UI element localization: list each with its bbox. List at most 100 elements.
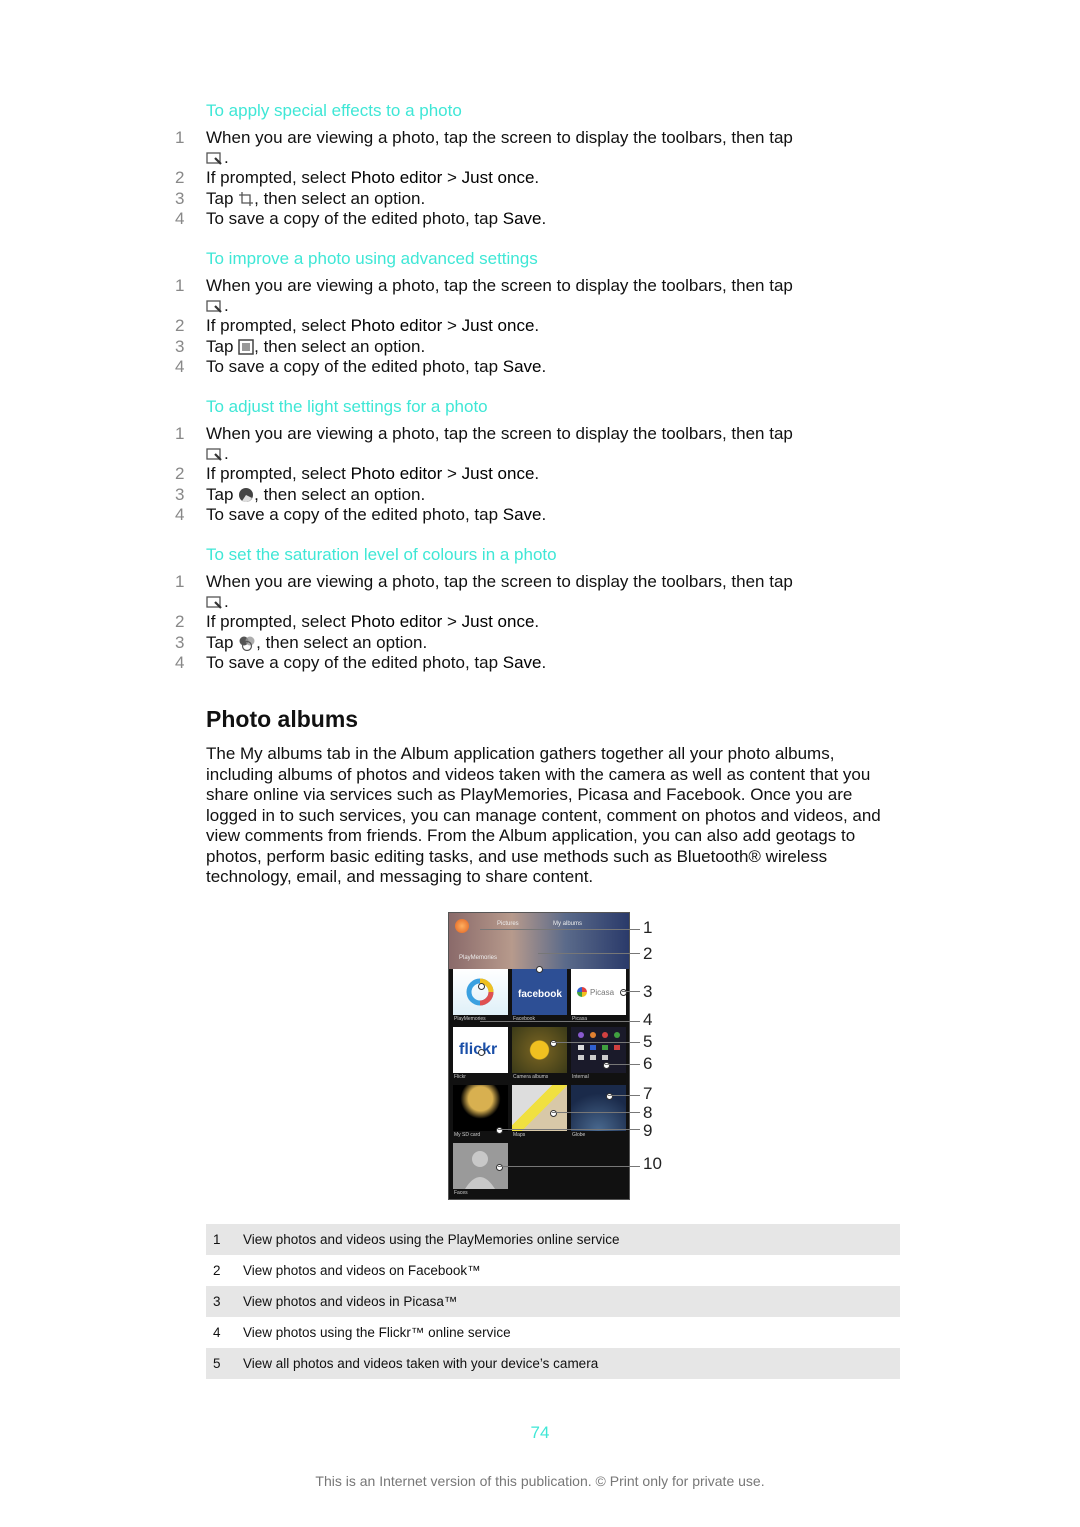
step-text: .: [541, 505, 547, 524]
section-title: To improve a photo using advanced settin…: [206, 249, 538, 268]
instruction-step: 1 When you are viewing a photo, tap the s…: [175, 276, 793, 296]
step-text: .: [534, 464, 540, 483]
ui-term: Photo editor: [350, 316, 443, 335]
step-text: Tap: [206, 189, 239, 208]
instruction-step: 2 If prompted, select Photo editor > Just…: [175, 612, 539, 632]
legend-row: 5 View all photos and videos taken with y…: [206, 1348, 900, 1379]
page-number: 74: [530, 1423, 550, 1442]
legend-text: View all photos and videos taken with yo…: [243, 1356, 599, 1371]
callout-line-6: [605, 1064, 640, 1065]
tile-label: Globe: [572, 1132, 586, 1138]
ui-term: Just once: [461, 464, 535, 483]
ui-term: Just once: [461, 612, 535, 631]
callout-9: 9: [643, 1121, 653, 1140]
step-text: , then select an option.: [256, 633, 428, 652]
step-number: 1: [175, 276, 185, 295]
callout-line-7: [608, 1095, 640, 1096]
step-number: 3: [175, 189, 185, 208]
avatar: [455, 919, 469, 933]
step-text: To save a copy of the edited photo, tap: [206, 357, 503, 376]
callout-line-1: [480, 929, 640, 930]
legend-num: 2: [213, 1263, 221, 1278]
callout-line-2: [538, 953, 640, 954]
legend-num: 1: [213, 1232, 221, 1247]
step-text: When you are viewing a photo, tap the sc…: [206, 276, 793, 295]
step-text: To save a copy of the edited photo, tap: [206, 209, 503, 228]
step-number: 4: [175, 505, 185, 524]
callout-dot: [478, 1049, 485, 1056]
callout-line-5: [552, 1042, 640, 1043]
ui-term: Just once: [461, 316, 535, 335]
step-text: When you are viewing a photo, tap the sc…: [206, 424, 793, 443]
step-text: , then select an option.: [254, 337, 426, 356]
step-text: >: [442, 168, 462, 187]
callout-dot: [536, 966, 543, 973]
legend-row: 4 View photos using the Flickr™ online se…: [206, 1317, 900, 1348]
tile-globe: [571, 1085, 626, 1131]
tile-picasa: Picasa: [571, 969, 626, 1015]
callout-line-9: [498, 1129, 640, 1130]
callout-6: 6: [643, 1054, 653, 1073]
callout-1: 1: [643, 918, 653, 937]
tile-label: Internal: [572, 1074, 589, 1080]
callout-2: 2: [643, 944, 653, 963]
step-number: 1: [175, 424, 185, 443]
ui-term: Save: [502, 505, 542, 524]
step-text: , then select an option.: [254, 485, 426, 504]
tile-facebook: facebook: [512, 969, 567, 1015]
step-text: To save a copy of the edited photo, tap: [206, 653, 503, 672]
callout-5: 5: [643, 1032, 653, 1051]
playmemories-logo-icon: [466, 978, 494, 1006]
legend-text: View photos and videos on Facebook™: [243, 1263, 481, 1278]
instruction-step: 1 When you are viewing a photo, tap the s…: [175, 424, 793, 444]
callout-3: 3: [643, 982, 653, 1001]
callout-line-3: [622, 991, 640, 992]
section-title: To adjust the light settings for a photo: [206, 397, 488, 416]
step-text: .: [534, 316, 540, 335]
step-text: .: [224, 592, 229, 611]
instruction-step: 1 When you are viewing a photo, tap the s…: [175, 128, 793, 148]
ui-term: Photo editor: [350, 612, 443, 631]
step-text: If prompted, select: [206, 612, 351, 631]
ui-term: Save: [502, 209, 542, 228]
step-text: .: [534, 612, 540, 631]
step-text: , then select an option.: [254, 189, 426, 208]
callout-4: 4: [643, 1010, 653, 1029]
instruction-step: 2 If prompted, select Photo editor > Just…: [175, 168, 539, 188]
step-text: If prompted, select: [206, 464, 351, 483]
step-text: .: [541, 653, 547, 672]
step-number: 3: [175, 633, 185, 652]
tile-internal: [571, 1027, 626, 1073]
step-number: 2: [175, 168, 185, 187]
step-number: 4: [175, 209, 185, 228]
album-app-screenshot: Pictures My albums PlayMemories facebook…: [448, 912, 630, 1200]
ui-term: Photo editor: [350, 168, 443, 187]
callout-8: 8: [643, 1103, 653, 1122]
legend-text: View photos and videos using the PlayMem…: [243, 1232, 620, 1247]
tile-label: Flickr: [454, 1074, 466, 1080]
step-text: When you are viewing a photo, tap the sc…: [206, 128, 793, 147]
playmemories-section-label: PlayMemories: [459, 955, 498, 961]
callout-10: 10: [643, 1154, 662, 1173]
tab-pictures: Pictures: [497, 921, 519, 927]
legend-row: 3 View photos and videos in Picasa™: [206, 1286, 900, 1317]
step-text: To save a copy of the edited photo, tap: [206, 505, 503, 524]
callout-line-10: [498, 1166, 640, 1167]
instruction-step: 2 If prompted, select Photo editor > Just…: [175, 316, 539, 336]
step-text: If prompted, select: [206, 168, 351, 187]
step-text: .: [224, 148, 229, 167]
callout-7: 7: [643, 1084, 653, 1103]
tile-label: Camera albums: [513, 1074, 549, 1080]
step-number: 2: [175, 464, 185, 483]
instruction-step: 2 If prompted, select Photo editor > Just…: [175, 464, 539, 484]
section-title: To apply special effects to a photo: [206, 101, 462, 120]
page-heading: Photo albums: [206, 706, 359, 732]
legend-text: View photos and videos in Picasa™: [243, 1294, 458, 1309]
instruction-step: 1 When you are viewing a photo, tap the s…: [175, 572, 793, 592]
ui-term: Just once: [461, 168, 535, 187]
ui-term: Save: [502, 653, 542, 672]
legend-num: 5: [213, 1356, 221, 1371]
intro-paragraph: The My albums tab in the Album applicati…: [206, 744, 881, 886]
instruction-step: 4 To save a copy of the edited photo, tap…: [175, 357, 546, 377]
step-text: .: [541, 209, 547, 228]
